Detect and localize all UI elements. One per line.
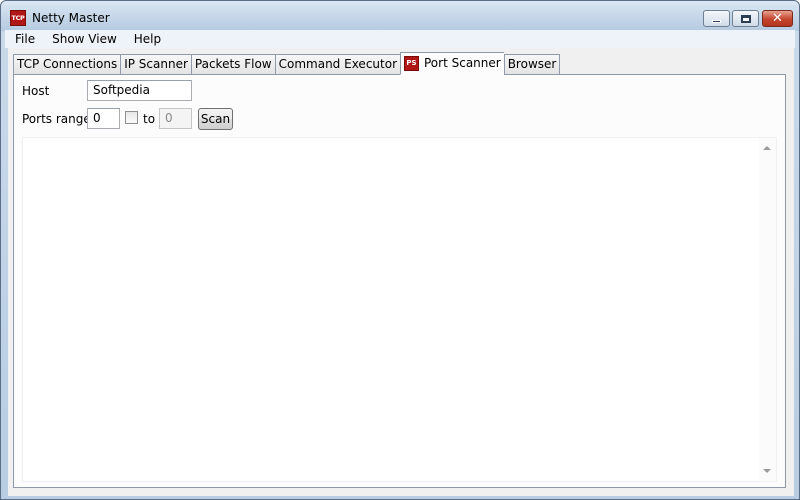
scan-output-area[interactable] — [22, 137, 777, 482]
client-area: TCP Connections IP Scanner Packets Flow … — [8, 48, 794, 496]
title-bar[interactable]: TCP Netty Master ✕ — [1, 1, 799, 31]
tab-port-scanner-label: Port Scanner — [424, 56, 501, 70]
port-scanner-icon: PS — [404, 56, 419, 71]
tab-ip-scanner[interactable]: IP Scanner — [120, 54, 191, 75]
menu-help[interactable]: Help — [124, 30, 168, 48]
app-window: TCP Netty Master ✕ File Show View Help T… — [0, 0, 800, 500]
tab-tcp-connections[interactable]: TCP Connections — [13, 54, 121, 75]
window-title: Netty Master — [32, 11, 110, 25]
close-icon: ✕ — [772, 11, 783, 26]
menu-file[interactable]: File — [5, 30, 42, 48]
tab-port-scanner[interactable]: PS Port Scanner — [400, 52, 504, 75]
range-checkbox[interactable] — [125, 111, 138, 124]
host-label: Host — [22, 84, 50, 98]
scroll-up-icon[interactable] — [763, 146, 771, 150]
to-label: to — [143, 112, 156, 126]
app-icon: TCP — [10, 10, 26, 26]
minimize-icon — [712, 20, 721, 23]
port-to-input[interactable]: 0 — [159, 108, 192, 129]
tab-command-executor[interactable]: Command Executor — [274, 54, 400, 75]
ports-range-label: Ports range — [22, 112, 91, 126]
host-input[interactable]: Softpedia — [87, 80, 192, 101]
maximize-icon — [740, 14, 751, 23]
scan-button[interactable]: Scan — [198, 108, 233, 130]
minimize-button[interactable] — [703, 10, 730, 27]
tab-packets-flow[interactable]: Packets Flow — [190, 54, 275, 75]
menu-bar: File Show View Help — [5, 30, 795, 48]
menu-show-view[interactable]: Show View — [42, 30, 124, 48]
tab-browser[interactable]: Browser — [503, 54, 561, 75]
port-scanner-panel: Host Softpedia Ports range 0 to 0 Scan — [13, 74, 786, 488]
close-button[interactable]: ✕ — [762, 10, 793, 27]
scroll-down-icon[interactable] — [763, 469, 771, 473]
maximize-button[interactable] — [732, 10, 759, 27]
tab-strip: TCP Connections IP Scanner Packets Flow … — [13, 52, 561, 75]
port-from-input[interactable]: 0 — [87, 108, 120, 129]
vertical-scrollbar[interactable] — [759, 138, 776, 481]
